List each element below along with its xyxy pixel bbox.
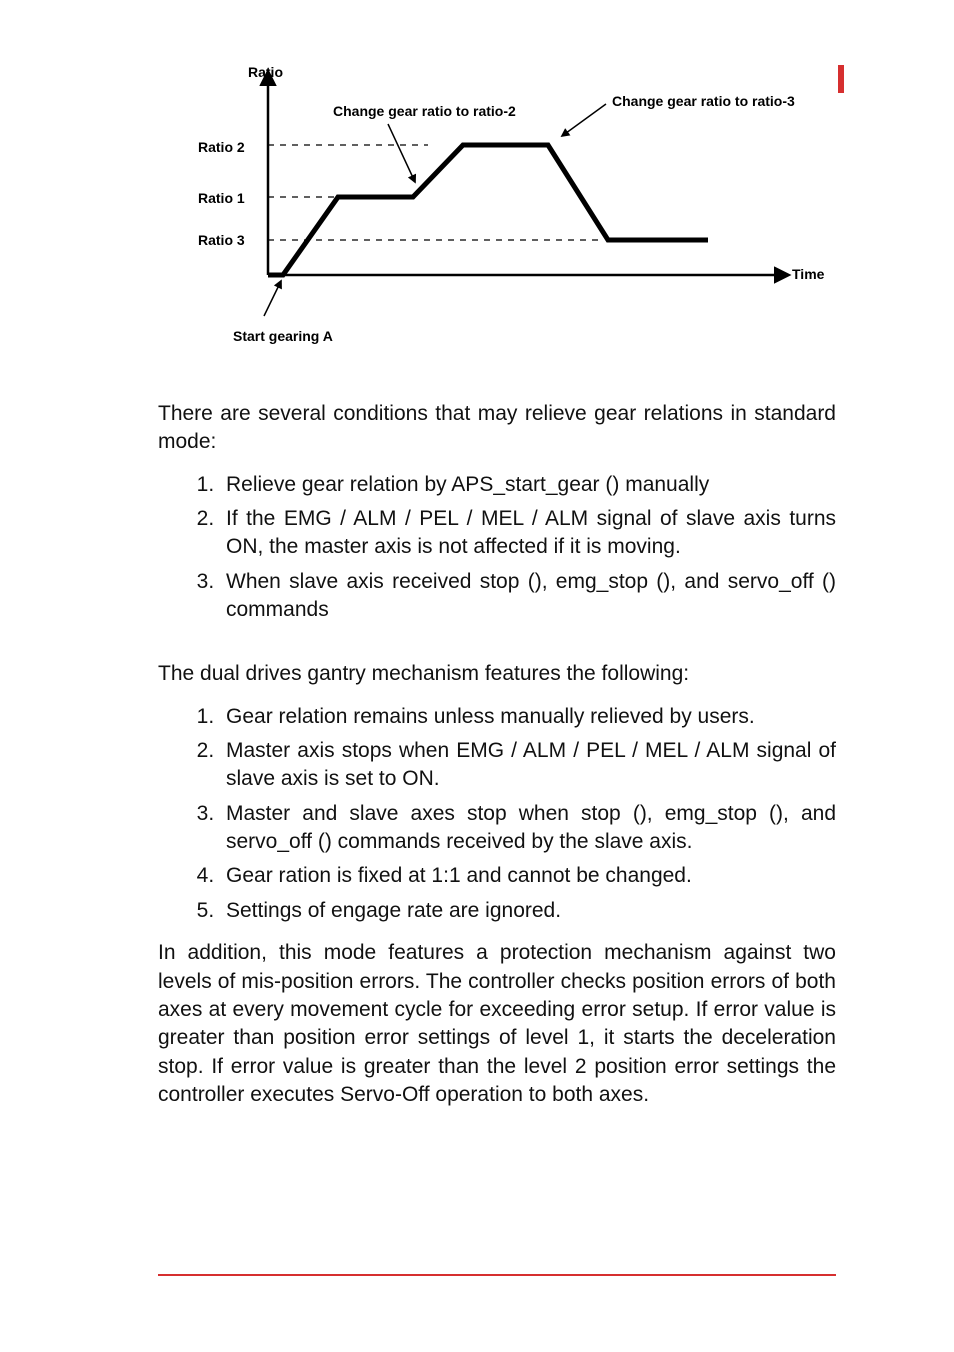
annotation-ratio-3: Change gear ratio to ratio-3 (612, 93, 795, 109)
tick-ratio-3: Ratio 3 (198, 232, 245, 248)
x-axis-label: Time (792, 266, 824, 282)
arrow-to-ratio-2-change (388, 124, 415, 182)
annotation-ratio-2: Change gear ratio to ratio-2 (333, 103, 516, 119)
ratio-time-chart: Ratio Change gear ratio to ratio-2 Chang… (188, 60, 836, 350)
list-item: Settings of engage rate are ignored. (220, 897, 836, 925)
intro-standard-mode: There are several conditions that may re… (158, 400, 836, 457)
tick-ratio-1: Ratio 1 (198, 190, 245, 206)
header-accent-bar (838, 65, 844, 93)
arrow-to-start-gearing (264, 281, 281, 316)
annotation-start-gearing: Start gearing A (233, 328, 333, 344)
list-item: If the EMG / ALM / PEL / MEL / ALM signa… (220, 505, 836, 562)
ratio-trace (268, 145, 708, 275)
arrow-to-ratio-3-change (562, 104, 606, 136)
tick-ratio-2: Ratio 2 (198, 139, 245, 155)
list-item: Master axis stops when EMG / ALM / PEL /… (220, 737, 836, 794)
list-item: When slave axis received stop (), emg_st… (220, 568, 836, 625)
body-text-block: There are several conditions that may re… (158, 400, 836, 1109)
list-item: Gear ration is fixed at 1:1 and cannot b… (220, 862, 836, 890)
closing-paragraph: In addition, this mode features a protec… (158, 939, 836, 1109)
list-item: Gear relation remains unless manually re… (220, 703, 836, 731)
intro-gantry-features: The dual drives gantry mechanism feature… (158, 660, 836, 688)
y-axis-label: Ratio (248, 64, 283, 80)
gantry-features-list: Gear relation remains unless manually re… (158, 703, 836, 925)
list-item: Master and slave axes stop when stop (),… (220, 800, 836, 857)
footer-divider (158, 1274, 836, 1276)
list-item: Relieve gear relation by APS_start_gear … (220, 471, 836, 499)
standard-mode-conditions-list: Relieve gear relation by APS_start_gear … (158, 471, 836, 625)
